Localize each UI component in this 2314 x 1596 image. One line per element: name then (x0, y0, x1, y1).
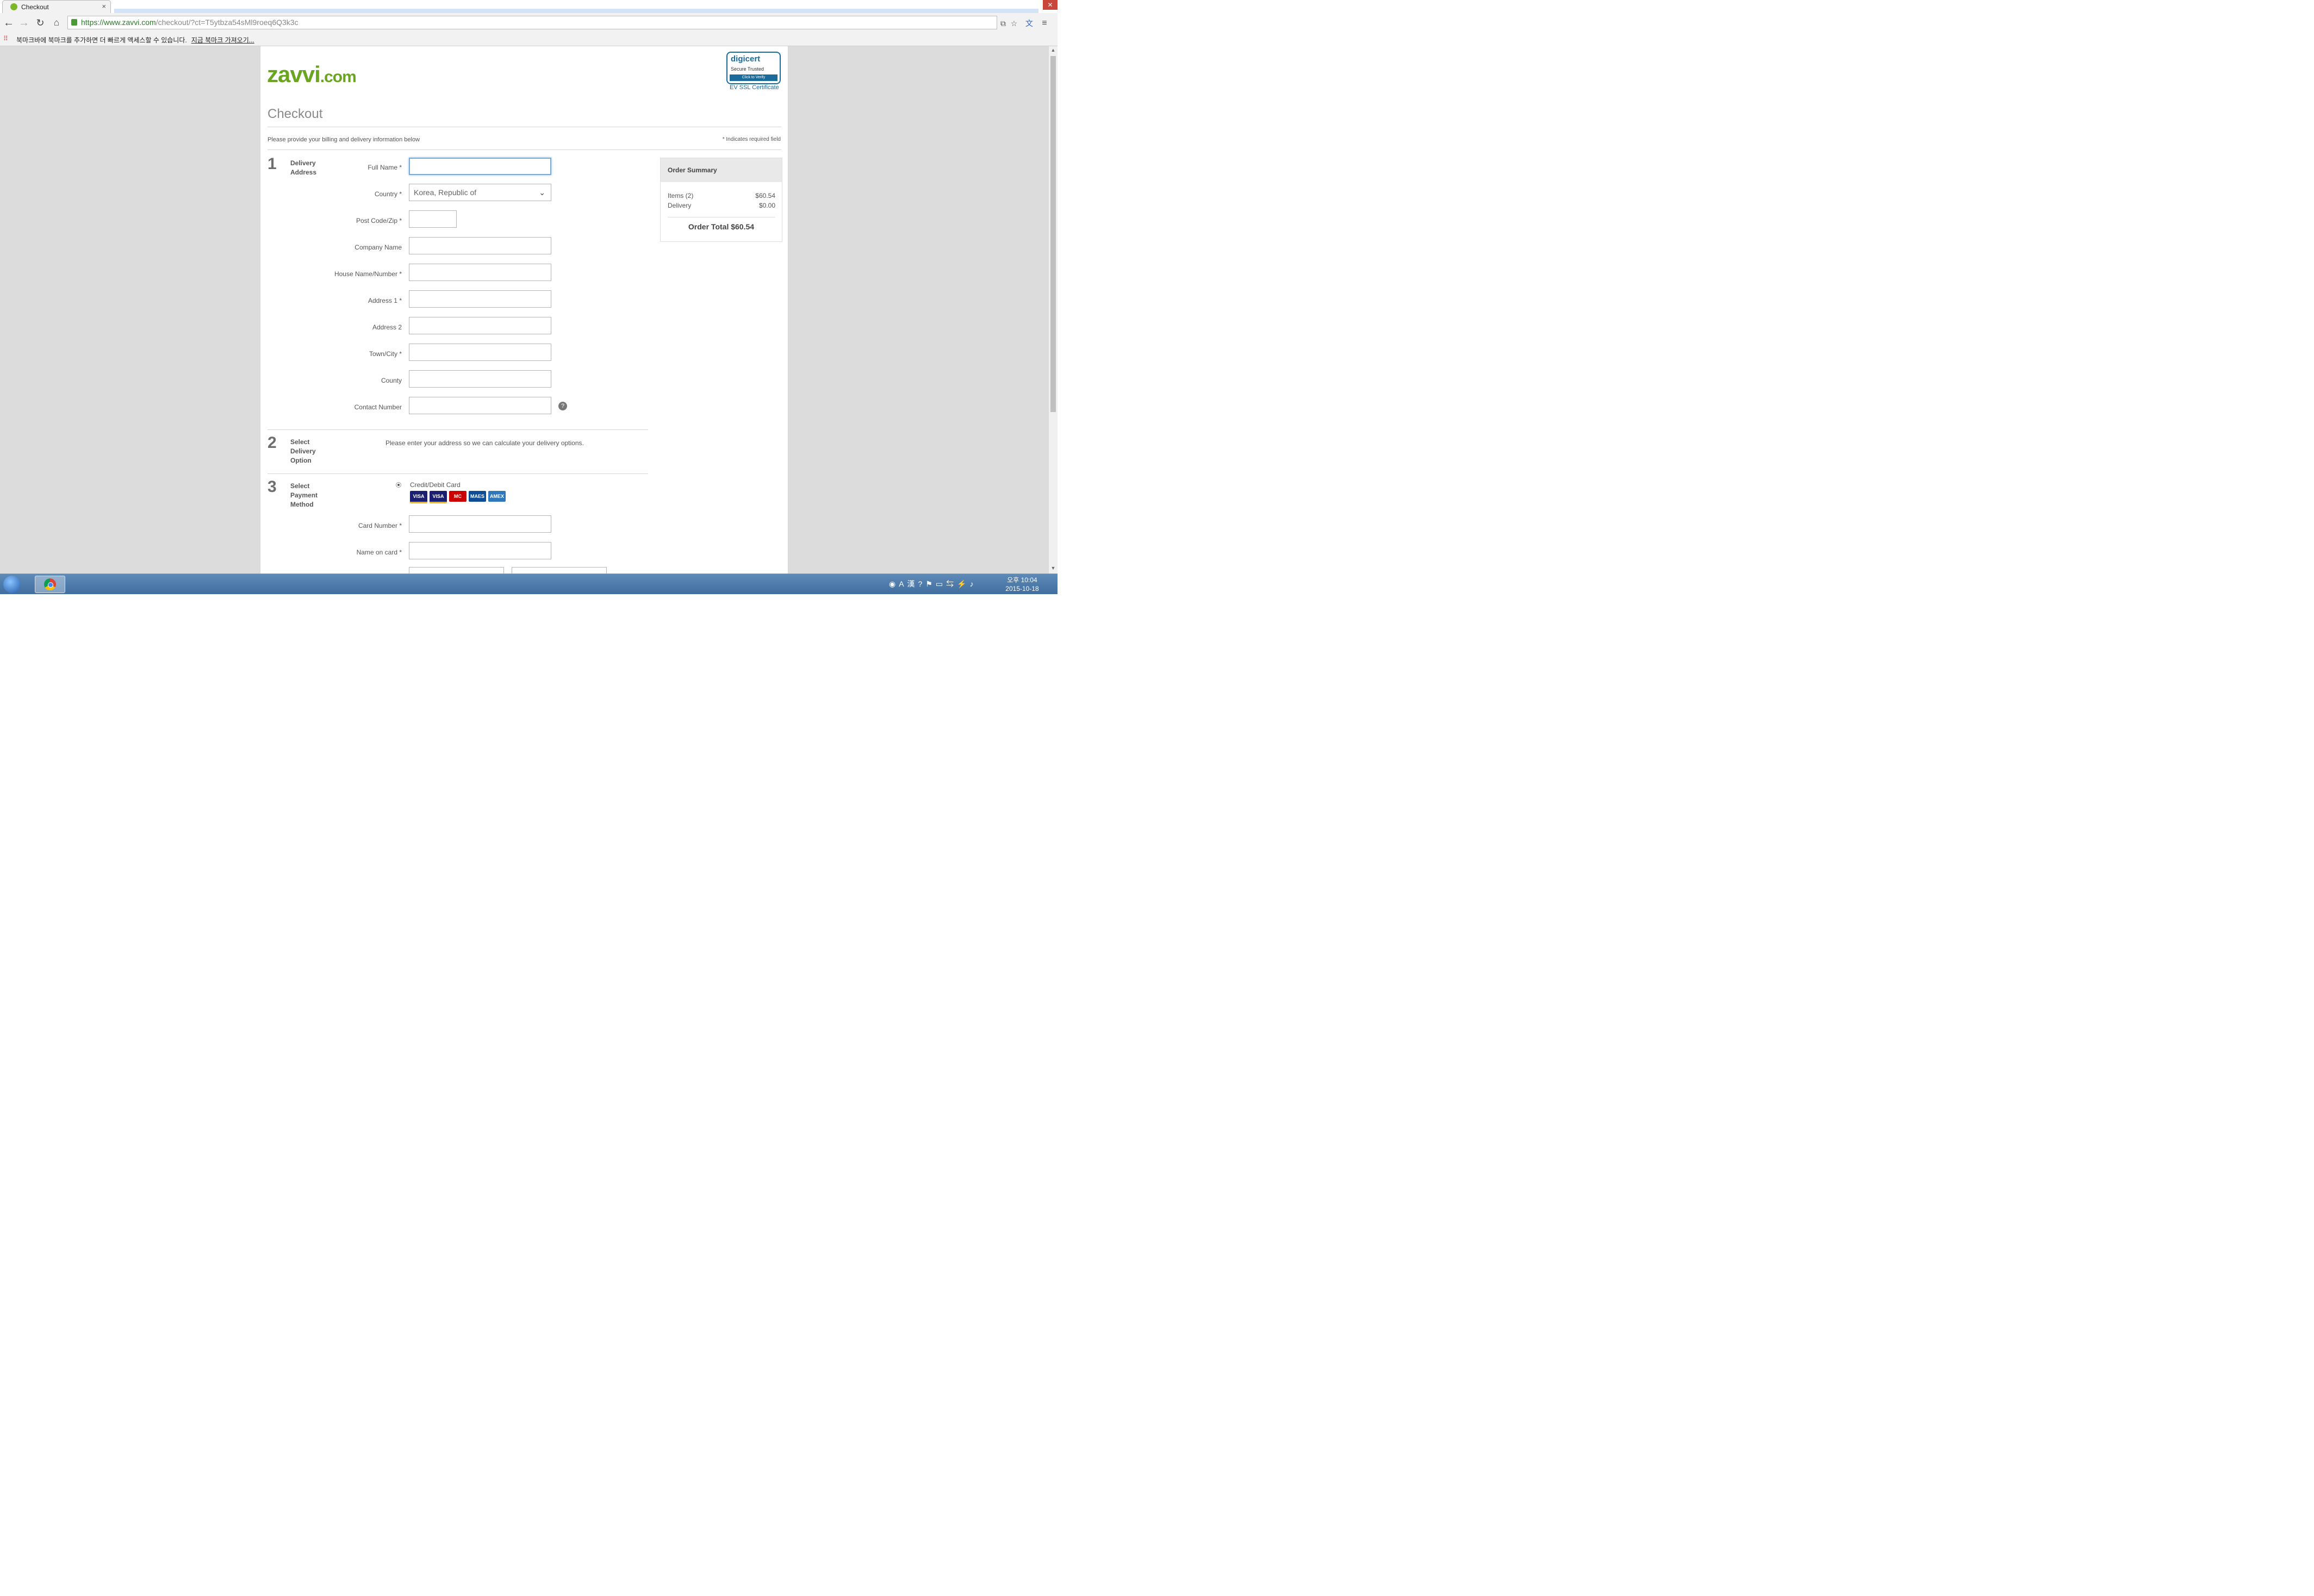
address1-input[interactable] (409, 290, 551, 308)
address2-label: Address 2 (372, 323, 402, 331)
order-summary-header: Order Summary (661, 158, 782, 182)
delivery-options-message: Please enter your address so we can calc… (385, 439, 584, 447)
bookmarks-bar: ⠿ 북마크바에 북마크를 추가하면 더 빠르게 액세스할 수 있습니다. 지금 북… (0, 33, 1058, 46)
taskbar-clock[interactable]: 오후 10:04 2015-10-18 (995, 576, 1049, 593)
url-text: https://www.zavvi.com/checkout/?ct=T5ytb… (81, 18, 298, 27)
translate-page-icon[interactable]: ⧉ (998, 18, 1008, 28)
tab-close-icon[interactable]: × (102, 2, 106, 10)
visa-card-icon: VISA (410, 491, 427, 503)
page-title: Checkout (268, 107, 323, 121)
translate-icon[interactable]: 文 (1024, 18, 1034, 28)
town-label: Town/City * (369, 350, 402, 358)
step-2-label: Select Delivery Option (290, 438, 316, 464)
order-summary-panel: Order Summary Items (2) $60.54 Delivery $0… (660, 158, 782, 242)
tab-checkout[interactable]: Checkout × (2, 0, 111, 13)
address2-input[interactable] (409, 317, 551, 334)
intro-text: Please provide your billing and delivery… (268, 136, 420, 143)
start-button[interactable] (3, 576, 21, 593)
card-payment-label: Credit/Debit Card (410, 481, 461, 489)
step-3-label: Select Payment Method (290, 482, 318, 508)
address-bar[interactable]: https://www.zavvi.com/checkout/?ct=T5ytb… (67, 16, 997, 29)
full-name-input[interactable] (409, 158, 551, 175)
house-input[interactable] (409, 264, 551, 281)
chevron-down-icon: ⌄ (539, 188, 545, 197)
chrome-menu-icon[interactable]: ≡ (1040, 18, 1049, 28)
address1-label: Address 1 * (368, 297, 402, 304)
country-label: Country * (374, 190, 402, 198)
card-number-label: Card Number * (358, 522, 402, 529)
forward-arrow-icon[interactable]: → (17, 16, 30, 29)
name-on-card-input[interactable] (409, 542, 551, 559)
company-label: Company Name (354, 244, 402, 251)
intro-divider (268, 149, 781, 150)
amex-card-icon: AMEX (488, 491, 506, 502)
window-close-button[interactable]: ✕ (1043, 0, 1058, 10)
step-2-number: 2 (268, 434, 277, 452)
town-input[interactable] (409, 344, 551, 361)
tab-strip: Checkout × ✕ (0, 0, 1058, 13)
checkout-page: zavvi.com digicert Secure Trusted Click … (260, 46, 788, 584)
summary-delivery-row: Delivery $0.00 (668, 202, 775, 209)
summary-items-row: Items (2) $60.54 (668, 192, 775, 200)
lock-icon (71, 19, 77, 26)
back-arrow-icon[interactable]: ← (2, 16, 15, 29)
windows-taskbar: ◉A漢?⚑▭⇆⚡♪ 오후 10:04 2015-10-18 (0, 573, 1058, 594)
digicert-tagline: Secure Trusted (731, 66, 764, 72)
scroll-thumb[interactable] (1050, 56, 1056, 412)
digicert-caption: EV SSL Certificate (730, 84, 779, 91)
zavvi-favicon-icon (10, 3, 17, 10)
order-total: Order Total $60.54 (688, 222, 755, 231)
bookmark-star-icon[interactable]: ☆ (1009, 18, 1019, 28)
step-1-divider (268, 429, 648, 430)
visa-electron-card-icon: VISA (430, 491, 447, 503)
home-icon[interactable]: ⌂ (50, 16, 63, 29)
digicert-brand: digicert (731, 54, 761, 64)
scroll-up-arrow-icon[interactable]: ▲ (1050, 47, 1056, 53)
chrome-icon (44, 578, 56, 590)
maestro-card-icon: MAES (469, 491, 486, 502)
help-icon[interactable]: ? (558, 402, 567, 410)
digicert-verify-bar: Click to Verify (730, 74, 777, 81)
postcode-label: Post Code/Zip * (356, 217, 402, 225)
digicert-seal[interactable]: digicert Secure Trusted Click to Verify (726, 52, 781, 84)
step-3-number: 3 (268, 478, 277, 496)
browser-toolbar: ← → ↻ ⌂ https://www.zavvi.com/checkout/?… (0, 13, 1058, 33)
country-select[interactable]: Korea, Republic of ⌄ (409, 184, 551, 201)
taskbar-chrome-button[interactable] (35, 576, 65, 593)
required-field-note: * Indicates required field (722, 136, 781, 142)
desktop-screen: Checkout × ✕ ← → ↻ ⌂ https://www.zavvi.c… (0, 0, 1058, 594)
bookmarks-message: 북마크바에 북마크를 추가하면 더 빠르게 액세스할 수 있습니다. 지금 북마크… (16, 36, 254, 44)
contact-label: Contact Number (354, 403, 402, 411)
system-tray[interactable]: ◉A漢?⚑▭⇆⚡♪ (889, 578, 977, 589)
full-name-label: Full Name * (368, 164, 402, 171)
county-label: County (381, 377, 402, 384)
contact-input[interactable] (409, 397, 551, 414)
zavvi-logo[interactable]: zavvi.com (267, 61, 357, 88)
county-input[interactable] (409, 370, 551, 388)
name-on-card-label: Name on card * (356, 548, 402, 556)
reload-icon[interactable]: ↻ (34, 16, 47, 29)
apps-grid-icon[interactable]: ⠿ (3, 35, 11, 42)
import-bookmarks-link[interactable]: 지금 북마크 가져오기... (191, 36, 254, 44)
card-number-input[interactable] (409, 515, 551, 533)
page-scrollbar[interactable]: ▲ ▼ (1048, 46, 1058, 573)
scroll-down-arrow-icon[interactable]: ▼ (1050, 565, 1056, 571)
tab-title: Checkout (21, 3, 49, 11)
step-2-divider (268, 473, 648, 474)
tab-strip-accent (114, 9, 1038, 13)
house-label: House Name/Number * (334, 270, 402, 278)
mastercard-icon: MC (449, 491, 466, 502)
postcode-input[interactable] (409, 210, 457, 228)
card-payment-radio[interactable] (396, 482, 401, 488)
company-input[interactable] (409, 237, 551, 254)
